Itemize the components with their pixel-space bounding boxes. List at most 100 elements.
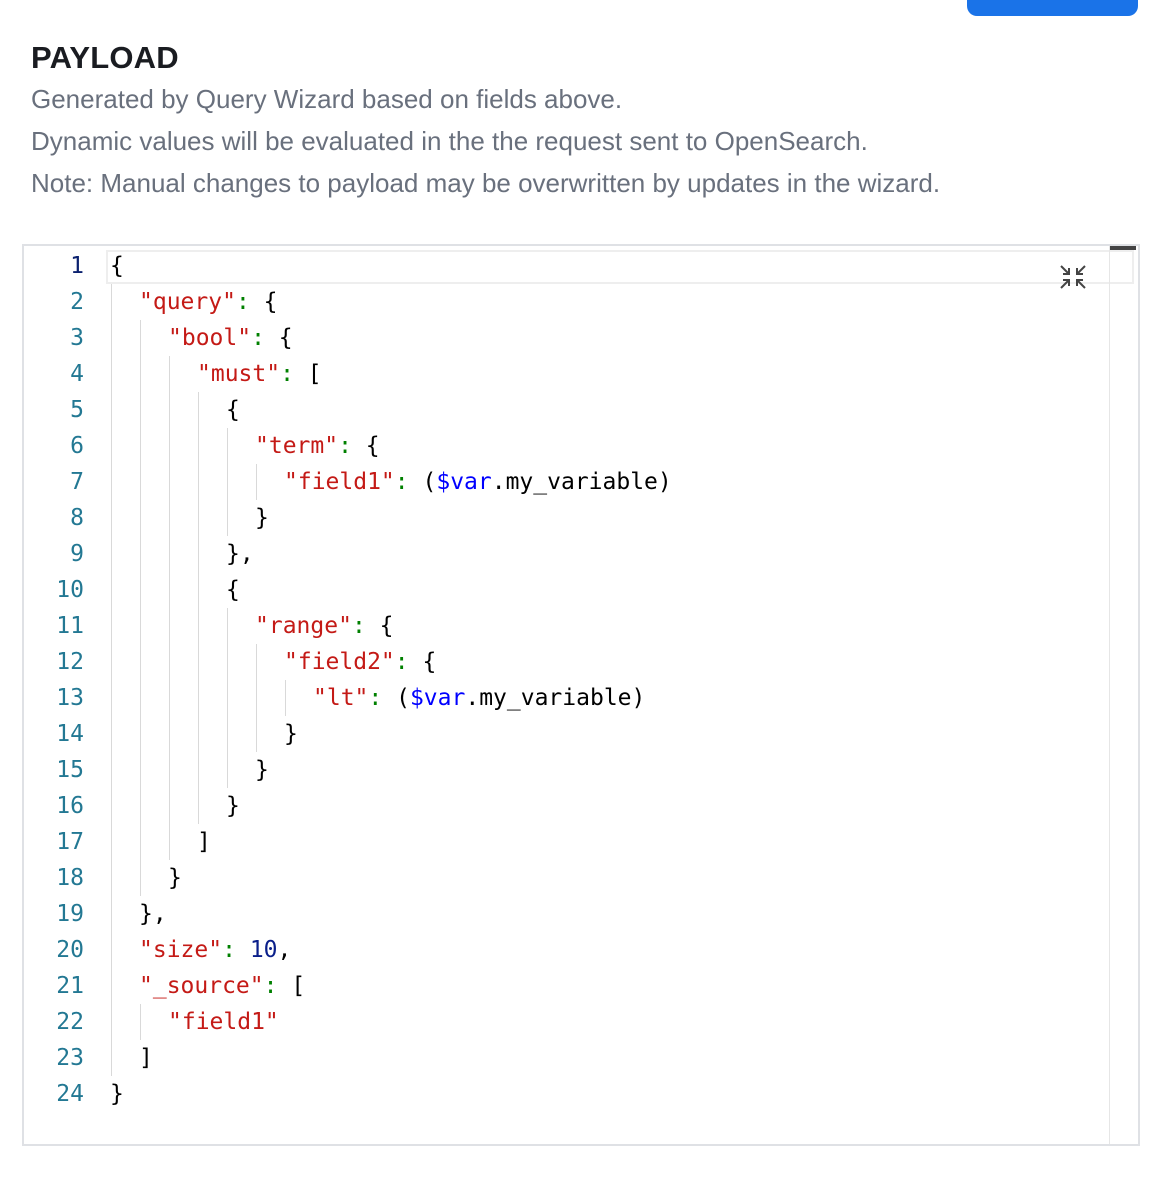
code-line: } <box>110 860 672 896</box>
code-token: : <box>251 325 265 351</box>
code-token: $var <box>436 469 492 495</box>
indent-guide <box>227 680 228 716</box>
line-number: 17 <box>56 829 84 855</box>
indent-guide <box>198 500 199 536</box>
code-line: "query": { <box>110 284 672 320</box>
code-token: } <box>110 1081 124 1107</box>
code-token: } <box>226 793 240 819</box>
collapse-icon[interactable] <box>1058 262 1088 292</box>
code-token: , <box>277 937 292 963</box>
indent-guide <box>198 428 199 464</box>
code-line: "field2": { <box>110 644 672 680</box>
indent-guide <box>140 644 141 680</box>
indent-guide <box>140 752 141 788</box>
line-number-gutter: 1 2 3 4 5 6 7 8 9 10 11 12 13 14 15 16 17 18 19 20 21 22 23 24 <box>24 248 84 1112</box>
line-number: 2 <box>70 289 84 315</box>
line-number: 22 <box>56 1009 84 1035</box>
line-number: 20 <box>56 937 84 963</box>
code-token: "bool" <box>168 325 252 351</box>
code-token: } <box>284 721 298 747</box>
indent-guide <box>256 644 257 680</box>
line-number: 13 <box>56 685 84 711</box>
code-token: [ <box>277 973 306 999</box>
indent-guide <box>198 752 199 788</box>
indent-guide <box>111 284 112 1076</box>
line-number: 24 <box>56 1081 84 1107</box>
indent-guide <box>198 572 199 608</box>
code-token: ] <box>197 829 211 855</box>
code-token: "field1" <box>168 1009 279 1035</box>
indent-guide <box>140 320 141 356</box>
line-number: 8 <box>70 505 84 531</box>
indent-guide <box>227 500 228 536</box>
code-token: { <box>365 613 394 639</box>
indent-guide <box>256 680 257 716</box>
code-token: "_source" <box>139 973 264 999</box>
code-line: }, <box>110 536 672 572</box>
code-token: "lt" <box>313 685 369 711</box>
indent-guide <box>140 392 141 428</box>
indent-guide <box>140 428 141 464</box>
code-line: "must": [ <box>110 356 672 392</box>
indent-guide <box>227 644 228 680</box>
indent-guide <box>169 788 170 824</box>
code-token: ( <box>408 469 437 495</box>
line-number: 15 <box>56 757 84 783</box>
scrollbar-thumb[interactable] <box>1110 246 1136 250</box>
line-number: 14 <box>56 721 84 747</box>
indent-guide <box>256 464 257 500</box>
code-line: ] <box>110 824 672 860</box>
payload-description-3: Note: Manual changes to payload may be o… <box>31 168 941 198</box>
line-number: 3 <box>70 325 84 351</box>
code-token: { <box>110 253 124 279</box>
code-line: } <box>110 500 672 536</box>
vertical-scrollbar[interactable] <box>1109 246 1138 1144</box>
line-number: 6 <box>70 433 84 459</box>
line-number: 18 <box>56 865 84 891</box>
indent-guide <box>169 824 170 860</box>
code-line: "field1" <box>110 1004 672 1040</box>
indent-guide <box>140 356 141 392</box>
indent-guide <box>140 680 141 716</box>
indent-guide <box>169 608 170 644</box>
indent-guide <box>169 392 170 428</box>
indent-guide <box>256 716 257 752</box>
indent-guide <box>140 464 141 500</box>
code-token: : <box>368 685 383 711</box>
indent-guide <box>198 464 199 500</box>
code-token: ] <box>139 1045 153 1071</box>
line-number: 12 <box>56 649 84 675</box>
payload-code-editor[interactable]: 1 2 3 4 5 6 7 8 9 10 11 12 13 14 15 16 17 18 19 20 21 22 23 24 … <box>22 244 1140 1146</box>
indent-guide <box>169 572 170 608</box>
indent-guide <box>140 716 141 752</box>
indent-guide <box>227 464 228 500</box>
code-token: } <box>255 757 269 783</box>
payload-title: PAYLOAD <box>31 40 179 75</box>
code-token: "field2" <box>284 649 395 675</box>
code-token: { <box>249 289 278 315</box>
code-token: 10 <box>249 937 278 963</box>
indent-guide <box>169 680 170 716</box>
line-number: 1 <box>70 253 84 279</box>
indent-guide <box>169 536 170 572</box>
code-token: ( <box>382 685 410 711</box>
indent-guide <box>140 608 141 644</box>
code-line: "_source": [ <box>110 968 672 1004</box>
indent-guide <box>140 536 141 572</box>
code-token: : <box>394 469 409 495</box>
code-token: { <box>226 577 240 603</box>
line-number: 16 <box>56 793 84 819</box>
primary-action-button[interactable] <box>967 0 1138 16</box>
code-line: "size": 10, <box>110 932 672 968</box>
code-token: "query" <box>139 289 236 315</box>
indent-guide <box>169 356 170 392</box>
code-token: { <box>351 433 380 459</box>
code-line: ] <box>110 1040 672 1076</box>
indent-guide <box>198 788 199 824</box>
code-token: { <box>226 397 240 423</box>
indent-guide <box>140 500 141 536</box>
code-content[interactable]: {"query": {"bool": {"must": [{"term": {"… <box>110 248 672 1112</box>
line-number: 19 <box>56 901 84 927</box>
indent-guide <box>227 716 228 752</box>
indent-guide <box>169 464 170 500</box>
